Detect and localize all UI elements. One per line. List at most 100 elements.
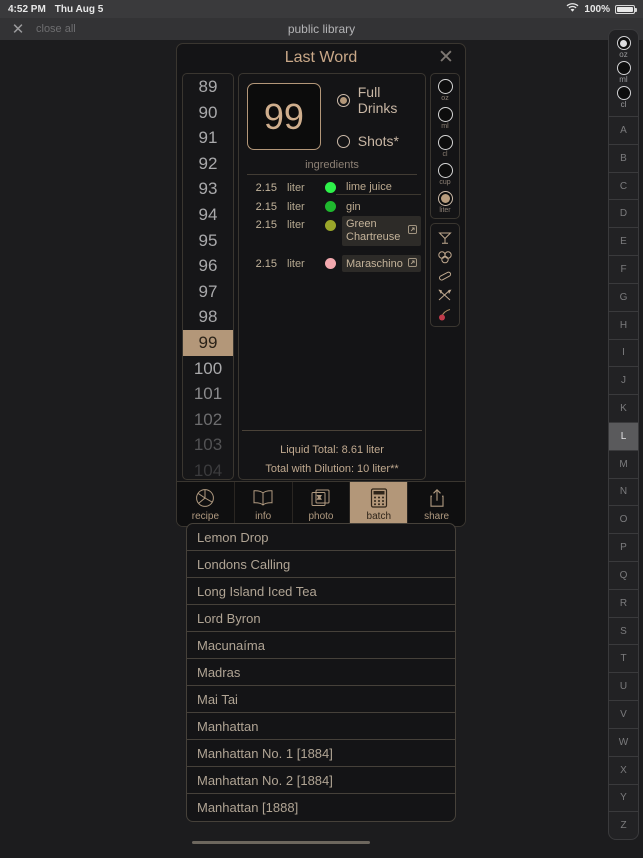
index-letter-a[interactable]: A [609, 116, 638, 144]
index-letter-m[interactable]: M [609, 449, 638, 478]
picker-value[interactable]: 91 [183, 125, 233, 151]
right-rail: oz ml cl cup liter [430, 73, 460, 480]
list-item[interactable]: Macunaíma [187, 632, 455, 659]
index-letter-f[interactable]: F [609, 255, 638, 283]
tab-share[interactable]: share [408, 482, 465, 526]
picker-value[interactable]: 93 [183, 176, 233, 202]
drink-list: Lemon Drop Londons Calling Long Island I… [186, 523, 456, 822]
index-letter-o[interactable]: O [609, 505, 638, 533]
index-letter-c[interactable]: C [609, 171, 638, 200]
ingredient-link-chip[interactable]: Maraschino [342, 255, 421, 272]
unit-option-oz[interactable]: oz [437, 79, 453, 102]
picker-value[interactable]: 103 [183, 432, 233, 458]
tab-photo[interactable]: photo [293, 482, 351, 526]
picker-value[interactable]: 92 [183, 151, 233, 177]
garnish-peel-icon[interactable] [435, 268, 455, 284]
unit-selector: oz ml cl cup liter [430, 73, 460, 219]
ingredient-row[interactable]: 2.15 liter lime juice [243, 178, 421, 197]
radio-off-icon [437, 79, 453, 94]
tab-batch[interactable]: batch [350, 482, 409, 526]
ingredient-row[interactable]: 2.15 liter Maraschino [243, 254, 421, 273]
list-item[interactable]: Lemon Drop [187, 524, 455, 551]
index-letter-y[interactable]: Y [609, 783, 638, 812]
list-item[interactable]: Manhattan [1888] [187, 794, 455, 821]
index-letter-p[interactable]: P [609, 533, 638, 561]
ingredient-row[interactable]: 2.15 liter gin [243, 197, 421, 216]
index-letter-l[interactable]: L [609, 421, 638, 450]
picker-value[interactable]: 96 [183, 253, 233, 279]
index-letter-i[interactable]: I [609, 338, 638, 367]
ingredients-header: ingredients [305, 159, 359, 171]
ingredients-list: 2.15 liter lime juice 2.15 liter gin 2.1… [239, 175, 425, 273]
close-all-button[interactable]: close all [36, 23, 76, 35]
index-letter-w[interactable]: W [609, 727, 638, 756]
index-letter-t[interactable]: T [609, 644, 638, 672]
picker-value[interactable]: 104 [183, 458, 233, 479]
picker-value[interactable]: 97 [183, 279, 233, 305]
picker-value[interactable]: 101 [183, 381, 233, 407]
list-item[interactable]: Londons Calling [187, 551, 455, 578]
unit-option-liter[interactable]: liter [437, 191, 453, 214]
list-item[interactable]: Manhattan No. 2 [1884] [187, 767, 455, 794]
unit-label: cup [439, 179, 451, 186]
index-letter-u[interactable]: U [609, 672, 638, 700]
close-icon[interactable]: ✕ [0, 22, 36, 37]
index-letter-j[interactable]: J [609, 366, 638, 394]
list-item[interactable]: Madras [187, 659, 455, 686]
index-letter-d[interactable]: D [609, 199, 638, 227]
tab-recipe[interactable]: recipe [177, 482, 235, 526]
picker-value[interactable]: 90 [183, 100, 233, 126]
book-icon [252, 487, 274, 509]
picker-value-selected[interactable]: 99 [183, 329, 233, 356]
list-item[interactable]: Long Island Iced Tea [187, 578, 455, 605]
index-letter-b[interactable]: B [609, 143, 638, 172]
picker-value[interactable]: 98 [183, 304, 233, 330]
list-item[interactable]: Manhattan No. 1 [1884] [187, 740, 455, 767]
horizontal-scrollbar[interactable] [192, 841, 370, 844]
cocktail-glass-icon[interactable] [435, 230, 455, 246]
index-unit-cl[interactable]: cl [616, 86, 631, 111]
unit-option-cup[interactable]: cup [437, 163, 453, 186]
bar-tools-icon[interactable] [435, 287, 455, 303]
quantity-display[interactable]: 99 [247, 83, 321, 150]
ingredient-name: Green Chartreuse [346, 218, 401, 243]
picker-value[interactable]: 89 [183, 74, 233, 100]
ice-cubes-icon[interactable] [435, 249, 455, 265]
unit-label: liter [439, 207, 451, 214]
index-letter-k[interactable]: K [609, 394, 638, 422]
index-letter-s[interactable]: S [609, 616, 638, 645]
tab-info[interactable]: info [235, 482, 293, 526]
index-letter-z[interactable]: Z [609, 811, 638, 839]
index-letter-x[interactable]: X [609, 755, 638, 784]
quantity-picker[interactable]: 89 90 91 92 93 94 95 96 97 98 99 100 101… [182, 73, 234, 480]
ingredient-amount: 2.15 [255, 200, 277, 213]
index-unit-oz[interactable]: oz [616, 36, 631, 61]
list-item[interactable]: Manhattan [187, 713, 455, 740]
picker-value[interactable]: 95 [183, 228, 233, 254]
index-unit-ml[interactable]: ml [616, 61, 631, 86]
close-icon[interactable]: ✕ [435, 47, 457, 69]
index-letter-r[interactable]: R [609, 588, 638, 617]
picker-value[interactable]: 102 [183, 407, 233, 433]
unit-option-cl[interactable]: cl [437, 135, 453, 158]
option-full-drinks[interactable]: Full Drinks [336, 84, 419, 116]
ingredient-row[interactable]: 2.15 liter Green Chartreuse [243, 216, 421, 254]
external-link-icon[interactable] [408, 225, 417, 237]
ingredient-amount: 2.15 [255, 219, 277, 231]
index-letter-h[interactable]: H [609, 310, 638, 339]
tab-label: recipe [191, 510, 220, 522]
option-shots[interactable]: Shots* [336, 133, 419, 149]
index-letter-n[interactable]: N [609, 477, 638, 506]
list-item[interactable]: Lord Byron [187, 605, 455, 632]
list-item[interactable]: Mai Tai [187, 686, 455, 713]
ingredient-link-chip[interactable]: Green Chartreuse [342, 216, 421, 246]
cherry-icon[interactable] [435, 306, 455, 322]
picker-value[interactable]: 100 [183, 356, 233, 382]
picker-value[interactable]: 94 [183, 202, 233, 228]
index-letter-q[interactable]: Q [609, 561, 638, 589]
unit-option-ml[interactable]: ml [437, 107, 453, 130]
index-letter-e[interactable]: E [609, 227, 638, 255]
external-link-icon[interactable] [408, 257, 417, 270]
index-letter-v[interactable]: V [609, 700, 638, 728]
index-letter-g[interactable]: G [609, 282, 638, 311]
